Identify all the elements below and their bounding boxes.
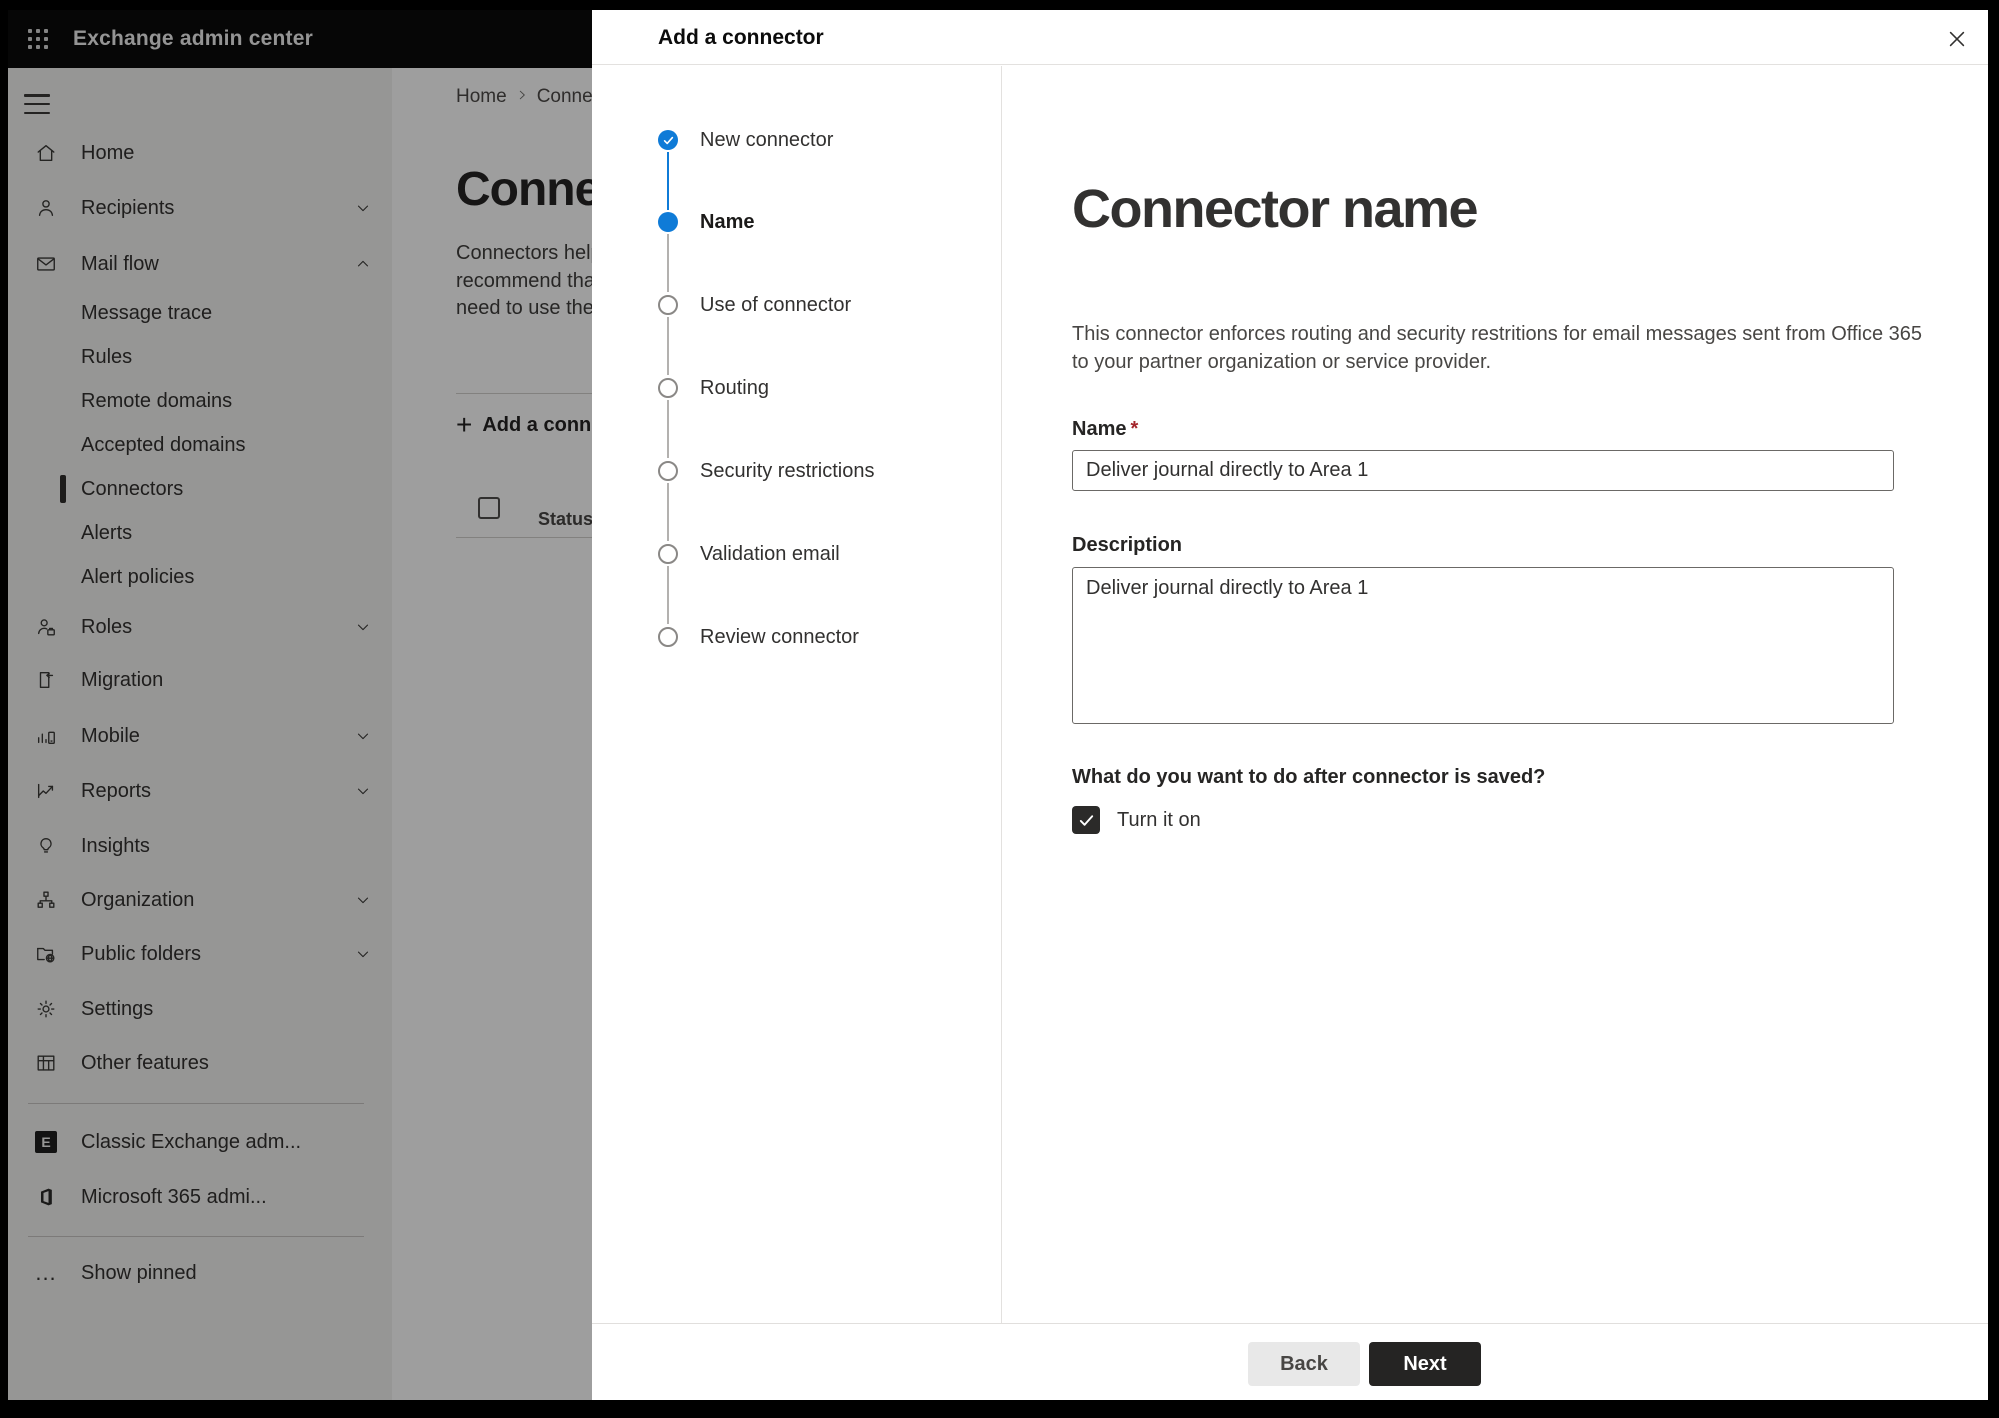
step-circle (658, 544, 678, 564)
required-asterisk: * (1130, 418, 1139, 440)
turn-it-on-label: Turn it on (1117, 808, 1201, 831)
dialog-content: Connector name This connector enforces r… (1002, 66, 1988, 1323)
wizard-stepper: New connector Name Use of connector Rout… (592, 66, 1002, 1323)
step-connector-line (667, 483, 669, 541)
dialog-body: New connector Name Use of connector Rout… (592, 66, 1988, 1323)
step-connector-line (667, 566, 669, 624)
step-circle (658, 295, 678, 315)
screen: Exchange admin center Home Recipients Ma… (8, 10, 1988, 1400)
step-connector-line (667, 152, 669, 210)
step-connector-line (667, 400, 669, 458)
step-circle (658, 461, 678, 481)
connector-name-heading: Connector name (1072, 179, 1479, 239)
step-completed-check-icon (658, 130, 678, 150)
turn-it-on-checkbox-row[interactable]: Turn it on (1072, 806, 1201, 834)
checked-checkbox-icon[interactable] (1072, 806, 1100, 834)
description-textarea[interactable]: Deliver journal directly to Area 1 (1072, 567, 1894, 724)
connector-description-text: This connector enforces routing and secu… (1072, 323, 1923, 373)
description-field-label: Description (1072, 534, 1183, 556)
back-button[interactable]: Back (1248, 1342, 1360, 1386)
step-circle (658, 378, 678, 398)
step-circle (658, 627, 678, 647)
dialog-title: Add a connector (658, 26, 824, 49)
step-current-dot (658, 212, 678, 232)
add-connector-dialog: Add a connector New connector Name Use o… (592, 10, 1988, 1400)
after-save-question: What do you want to do after connector i… (1072, 766, 1546, 788)
dialog-footer: Back Next (592, 1323, 1988, 1400)
name-field-label: Name * (1072, 418, 1139, 440)
dialog-header: Add a connector (592, 10, 1988, 65)
name-input[interactable] (1072, 450, 1894, 491)
close-icon[interactable] (1942, 24, 1972, 54)
next-button[interactable]: Next (1369, 1342, 1481, 1386)
step-connector-line (667, 317, 669, 375)
step-connector-line (667, 234, 669, 292)
